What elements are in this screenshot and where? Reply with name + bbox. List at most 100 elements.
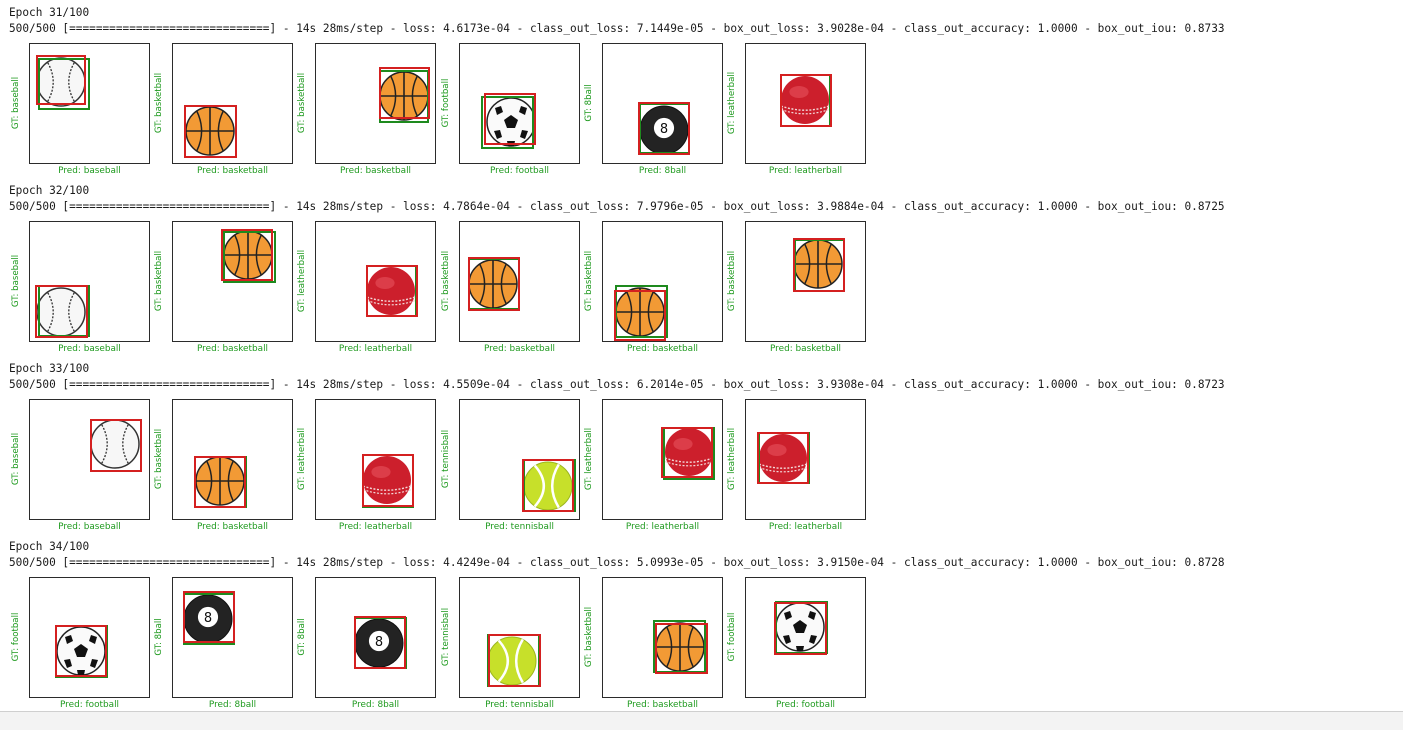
predicted-box bbox=[194, 456, 246, 508]
prediction-label: Pred: 8ball bbox=[351, 700, 400, 710]
prediction-label: Pred: baseball bbox=[58, 522, 121, 532]
sample-image bbox=[315, 221, 436, 342]
ground-truth-label-text: GT: tennisball bbox=[441, 429, 451, 489]
epoch-header: Epoch 31/100 bbox=[9, 6, 90, 19]
prediction-label: Pred: basketball bbox=[196, 344, 269, 354]
predicted-box bbox=[614, 290, 666, 341]
ground-truth-label-text: GT: basketball bbox=[584, 250, 594, 312]
prediction-panel: GT: leatherball Pred: leatherball bbox=[727, 43, 866, 176]
prediction-panel: GT: basketball Pred: basketball bbox=[727, 221, 866, 354]
prediction-panel: GT: basketball Pred: basketball bbox=[154, 399, 293, 532]
predicted-box bbox=[468, 257, 520, 311]
prediction-label: Pred: basketball bbox=[769, 344, 842, 354]
sample-image bbox=[29, 221, 150, 342]
prediction-label: Pred: basketball bbox=[626, 700, 699, 710]
prediction-label: Pred: football bbox=[489, 166, 550, 176]
ground-truth-label-text: GT: basketball bbox=[154, 428, 164, 490]
ground-truth-label-text: GT: tennisball bbox=[441, 607, 451, 667]
sample-image bbox=[29, 577, 150, 698]
predicted-box bbox=[55, 625, 107, 677]
ground-truth-label-text: GT: basketball bbox=[727, 250, 737, 312]
ground-truth-label-text: GT: basketball bbox=[441, 250, 451, 312]
prediction-panel: GT: tennisball Pred: tennisball bbox=[441, 577, 580, 710]
sample-image: 8 bbox=[172, 577, 293, 698]
ground-truth-label-text: GT: basketball bbox=[154, 72, 164, 134]
prediction-panel: GT: leatherball Pred: leatherball bbox=[584, 399, 723, 532]
notebook-output-area: Epoch 31/100 500/500 [==================… bbox=[0, 0, 1403, 712]
training-progress-line: 500/500 [==============================]… bbox=[9, 200, 1225, 213]
ground-truth-label-text: GT: leatherball bbox=[297, 249, 307, 313]
predicted-box bbox=[638, 102, 690, 155]
ground-truth-label-text: GT: 8ball bbox=[584, 84, 594, 122]
sample-image: 8 bbox=[315, 577, 436, 698]
prediction-panel: GT: basketball Pred: basketball bbox=[584, 221, 723, 354]
sample-image: 8 bbox=[602, 43, 723, 164]
predicted-box bbox=[366, 265, 418, 317]
prediction-label: Pred: baseball bbox=[58, 344, 121, 354]
ground-truth-label-text: GT: baseball bbox=[11, 76, 21, 130]
predicted-box bbox=[362, 454, 414, 507]
predicted-box bbox=[793, 238, 845, 292]
epoch-header: Epoch 33/100 bbox=[9, 362, 90, 375]
predicted-box bbox=[757, 432, 809, 484]
predicted-box bbox=[780, 74, 832, 127]
ground-truth-label-text: GT: basketball bbox=[154, 250, 164, 312]
training-progress-line: 500/500 [==============================]… bbox=[9, 378, 1225, 391]
predicted-box bbox=[522, 459, 574, 512]
sample-image bbox=[459, 43, 580, 164]
epoch-block: Epoch 34/100 500/500 [==================… bbox=[0, 534, 1403, 712]
sample-image bbox=[29, 399, 150, 520]
ground-truth-label-text: GT: baseball bbox=[11, 254, 21, 308]
ground-truth-label-text: GT: leatherball bbox=[727, 427, 737, 491]
sample-image bbox=[459, 399, 580, 520]
predicted-box bbox=[36, 55, 86, 105]
predicted-box bbox=[488, 634, 541, 687]
epoch-block: Epoch 33/100 500/500 [==================… bbox=[0, 356, 1403, 534]
sample-image bbox=[315, 399, 436, 520]
ground-truth-label-text: GT: 8ball bbox=[154, 618, 164, 656]
prediction-label: Pred: basketball bbox=[196, 166, 269, 176]
predicted-box bbox=[90, 419, 142, 472]
prediction-panel: GT: baseball Pred: baseball bbox=[11, 43, 150, 176]
prediction-panel: GT: basketball Pred: basketball bbox=[154, 221, 293, 354]
ground-truth-label-text: GT: baseball bbox=[11, 432, 21, 486]
sample-image bbox=[745, 399, 866, 520]
sample-image bbox=[172, 43, 293, 164]
prediction-label: Pred: tennisball bbox=[485, 700, 554, 710]
sample-image bbox=[172, 221, 293, 342]
sample-image bbox=[745, 577, 866, 698]
sample-image bbox=[602, 221, 723, 342]
prediction-panel: GT: baseball Pred: baseball bbox=[11, 221, 150, 354]
prediction-panel: GT: basketball Pred: basketball bbox=[584, 577, 723, 710]
predicted-box bbox=[354, 616, 406, 669]
prediction-label: Pred: football bbox=[775, 700, 836, 710]
ground-truth-label-text: GT: leatherball bbox=[297, 427, 307, 491]
predicted-box bbox=[221, 229, 273, 281]
predicted-box bbox=[774, 602, 827, 655]
sample-image bbox=[602, 399, 723, 520]
ground-truth-label-text: GT: football bbox=[727, 612, 737, 662]
prediction-panel: GT: 8ball 8 Pred: 8ball bbox=[297, 577, 436, 710]
prediction-panel: GT: basketball Pred: basketball bbox=[297, 43, 436, 176]
prediction-panel: GT: leatherball Pred: leatherball bbox=[727, 399, 866, 532]
prediction-label: Pred: leatherball bbox=[625, 522, 700, 532]
predicted-box bbox=[661, 427, 713, 478]
ground-truth-label-text: GT: leatherball bbox=[584, 427, 594, 491]
training-progress-line: 500/500 [==============================]… bbox=[9, 556, 1225, 569]
prediction-label: Pred: football bbox=[59, 700, 120, 710]
epoch-header: Epoch 34/100 bbox=[9, 540, 90, 553]
predicted-box bbox=[35, 285, 88, 338]
prediction-label: Pred: tennisball bbox=[485, 522, 554, 532]
prediction-label: Pred: leatherball bbox=[768, 522, 843, 532]
sample-image bbox=[745, 221, 866, 342]
prediction-panel: GT: leatherball Pred: leatherball bbox=[297, 399, 436, 532]
ground-truth-label-text: GT: football bbox=[11, 612, 21, 662]
ground-truth-label-text: GT: basketball bbox=[584, 606, 594, 668]
output-scroll-area-bottom[interactable] bbox=[0, 711, 1403, 730]
prediction-label: Pred: basketball bbox=[196, 522, 269, 532]
predicted-box bbox=[184, 105, 237, 158]
prediction-panel: GT: basketball Pred: basketball bbox=[441, 221, 580, 354]
prediction-label: Pred: basketball bbox=[483, 344, 556, 354]
sample-image bbox=[745, 43, 866, 164]
prediction-label: Pred: basketball bbox=[626, 344, 699, 354]
